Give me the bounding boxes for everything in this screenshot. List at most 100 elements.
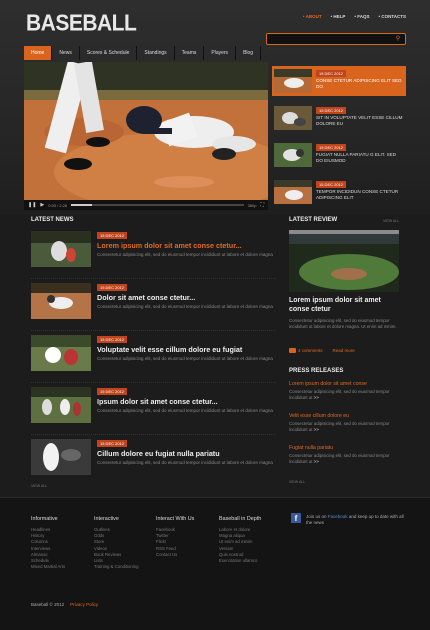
news-title[interactable]: Dolor sit amet conse ctetur... [97, 293, 277, 302]
main-nav: Home News Scores & Schedule Standings Te… [24, 46, 262, 60]
news-thumbnail [31, 387, 91, 423]
news-item[interactable]: 15 DEC 2012 Voluptate velit esse cillum … [31, 335, 276, 383]
press-more-link[interactable]: >> [314, 395, 319, 400]
nav-teams[interactable]: Teams [175, 46, 205, 60]
press-title[interactable]: Lorem ipsum dolor sit amet conse [289, 381, 399, 387]
facebook-link[interactable]: Facebook [328, 514, 348, 519]
read-more-link[interactable]: Read more [333, 348, 355, 353]
review-meta: 4 comments Read more [289, 348, 355, 354]
privacy-policy-link[interactable]: Privacy Policy [70, 602, 98, 607]
news-item[interactable]: 15 DEC 2012 Lorem ipsum dolor sit amet c… [31, 231, 276, 279]
press-item[interactable]: Fugiat nulla pariatu Consectetur adipisi… [289, 445, 399, 465]
slider-thumbnail [274, 180, 312, 204]
latest-news-heading: LATEST NEWS [31, 217, 74, 223]
footer-heading: Informative [31, 516, 58, 522]
press-title[interactable]: Fugiat nulla pariatu [289, 445, 399, 451]
news-title[interactable]: Lorem ipsum dolor sit amet conse ctetur.… [97, 241, 277, 250]
nav-blog[interactable]: Blog [236, 46, 262, 60]
video-controls: ❚❚ ▶ 0:03 / 2:26 360p ⛶ [24, 200, 268, 210]
search-input[interactable]: ⚲ [266, 33, 406, 45]
footer-col-informative: Informative Headlines History Columns In… [31, 516, 65, 570]
topnav-contacts[interactable]: • CONTACTS [379, 14, 407, 19]
review-image[interactable] [289, 230, 399, 292]
news-description: Consectetur adipisicing elit, sed do eiu… [97, 252, 273, 257]
slider-item[interactable]: 15 DEC 2012 CONSE CTETUR ADIPISCING ELIT… [272, 66, 406, 96]
footer-link[interactable]: Exercitation ullamco [219, 558, 261, 564]
latest-review-heading: LATEST REVIEW [289, 217, 338, 223]
news-view-all-link[interactable]: VIEW ALL [31, 484, 47, 488]
news-description: Consectetur adipisicing elit, sed do eiu… [97, 304, 273, 309]
news-title[interactable]: Ipsum dolor sit amet conse ctetur... [97, 397, 277, 406]
press-description: Consectetur adipisicing elit, sed do eiu… [289, 453, 399, 465]
review-description: Consectetur adipisicing elit, sed do eiu… [289, 318, 397, 329]
press-releases-heading: PRESS RELEASES [289, 368, 344, 374]
slider-item[interactable]: 15 DEC 2012 TEMPOR INCIDIDUN CONSE CTETU… [272, 177, 406, 207]
footer-heading: Interactive [94, 516, 119, 522]
topnav-about[interactable]: • ABOUT [303, 14, 322, 19]
news-description: Consectetur adipisicing elit, sed do eiu… [97, 460, 273, 465]
volume-icon[interactable]: ▶ [40, 202, 44, 208]
quality-label[interactable]: 360p [248, 203, 257, 208]
date-badge: 15 DEC 2012 [97, 440, 128, 447]
fullscreen-icon[interactable]: ⛶ [260, 202, 264, 208]
news-description: Consectetur adipisicing elit, sed do eiu… [97, 408, 273, 413]
slider-text: SIT IN VOLUPTATE VELIT ESSE CILLUM DOLOR… [316, 115, 403, 126]
footer-col-in-depth: Baseball in Depth Labore et dolore Magna… [219, 516, 261, 564]
news-thumbnail [31, 439, 91, 475]
facebook-text-pre: Join us on [306, 514, 327, 519]
date-badge: 15 DEC 2012 [316, 70, 347, 77]
comments-count: 4 comments [298, 348, 323, 353]
footer-col-interact: Interact With Us Facebook Twitter Flickr… [156, 516, 194, 558]
slider-item[interactable]: 15 DEC 2012 SIT IN VOLUPTATE VELIT ESSE … [272, 103, 406, 133]
nav-home[interactable]: Home [24, 46, 53, 60]
footer-link[interactable]: Training & Conditioning [94, 564, 139, 570]
slider-thumbnail [274, 106, 312, 130]
press-description: Consectetur adipisicing elit, sed do eiu… [289, 421, 399, 433]
news-title[interactable]: Voluptate velit esse cillum dolore eu fu… [97, 345, 277, 354]
news-item[interactable]: 15 DEC 2012 Cillum dolore eu fugiat null… [31, 439, 276, 487]
slider-text: CONSE CTETUR ADIPISCING ELIT SED DO [316, 78, 402, 89]
press-view-all-link[interactable]: VIEW ALL [289, 480, 305, 484]
news-thumbnail [31, 231, 91, 267]
topnav-faqs[interactable]: • FAQS [354, 14, 369, 19]
footer: Informative Headlines History Columns In… [0, 497, 430, 630]
news-item[interactable]: 15 DEC 2012 Dolor sit amet conse ctetur.… [31, 283, 276, 331]
news-thumbnail [31, 283, 91, 319]
press-more-link[interactable]: >> [314, 459, 319, 464]
topnav-help[interactable]: • HELP [331, 14, 346, 19]
facebook-icon[interactable]: f [291, 513, 301, 523]
hero-video[interactable] [24, 62, 268, 200]
slider-item[interactable]: 15 DEC 2012 FUGIAT NULLA PARIATU G ELIT.… [272, 140, 406, 170]
date-badge: 15 DEC 2012 [97, 336, 128, 343]
news-title[interactable]: Cillum dolore eu fugiat nulla pariatu [97, 449, 277, 458]
video-time: 0:03 / 2:26 [48, 202, 68, 208]
site-logo[interactable]: BASEBALL [26, 11, 137, 37]
search-icon[interactable]: ⚲ [394, 35, 402, 43]
hero-image [24, 62, 268, 200]
video-progress-bar[interactable] [71, 204, 244, 206]
review-view-all-link[interactable]: VIEW ALL [383, 219, 399, 223]
footer-link[interactable]: Contact Us [156, 552, 194, 558]
press-title[interactable]: Velit esse cillum dolore eu [289, 413, 399, 419]
footer-heading: Baseball in Depth [219, 516, 262, 522]
nav-news[interactable]: News [52, 46, 80, 60]
nav-players[interactable]: Players [204, 46, 237, 60]
nav-scores-schedule[interactable]: Scores & Schedule [80, 46, 138, 60]
top-nav: • ABOUT • HELP • FAQS • CONTACTS [303, 14, 406, 19]
slider-text: FUGIAT NULLA PARIATU G ELIT. SED DO EIUS… [316, 152, 397, 163]
press-more-link[interactable]: >> [314, 427, 319, 432]
nav-standings[interactable]: Standings [137, 46, 175, 60]
date-badge: 15 DEC 2012 [316, 181, 347, 188]
comments-link[interactable]: 4 comments [289, 348, 323, 354]
date-badge: 15 DEC 2012 [97, 284, 128, 291]
press-desc-text: Consectetur adipisicing elit, sed do eiu… [289, 421, 390, 432]
review-title[interactable]: Lorem ipsum dolor sit amet conse ctetur [289, 296, 399, 314]
footer-link[interactable]: Mixed Martial Arts [31, 564, 65, 570]
press-item[interactable]: Velit esse cillum dolore eu Consectetur … [289, 413, 399, 433]
press-item[interactable]: Lorem ipsum dolor sit amet conse Consect… [289, 381, 399, 401]
date-badge: 15 DEC 2012 [316, 144, 347, 151]
news-item[interactable]: 15 DEC 2012 Ipsum dolor sit amet conse c… [31, 387, 276, 435]
copyright: Baseball © 2012 Privacy Policy [31, 602, 98, 607]
pause-icon[interactable]: ❚❚ [28, 202, 36, 208]
news-thumbnail [31, 335, 91, 371]
